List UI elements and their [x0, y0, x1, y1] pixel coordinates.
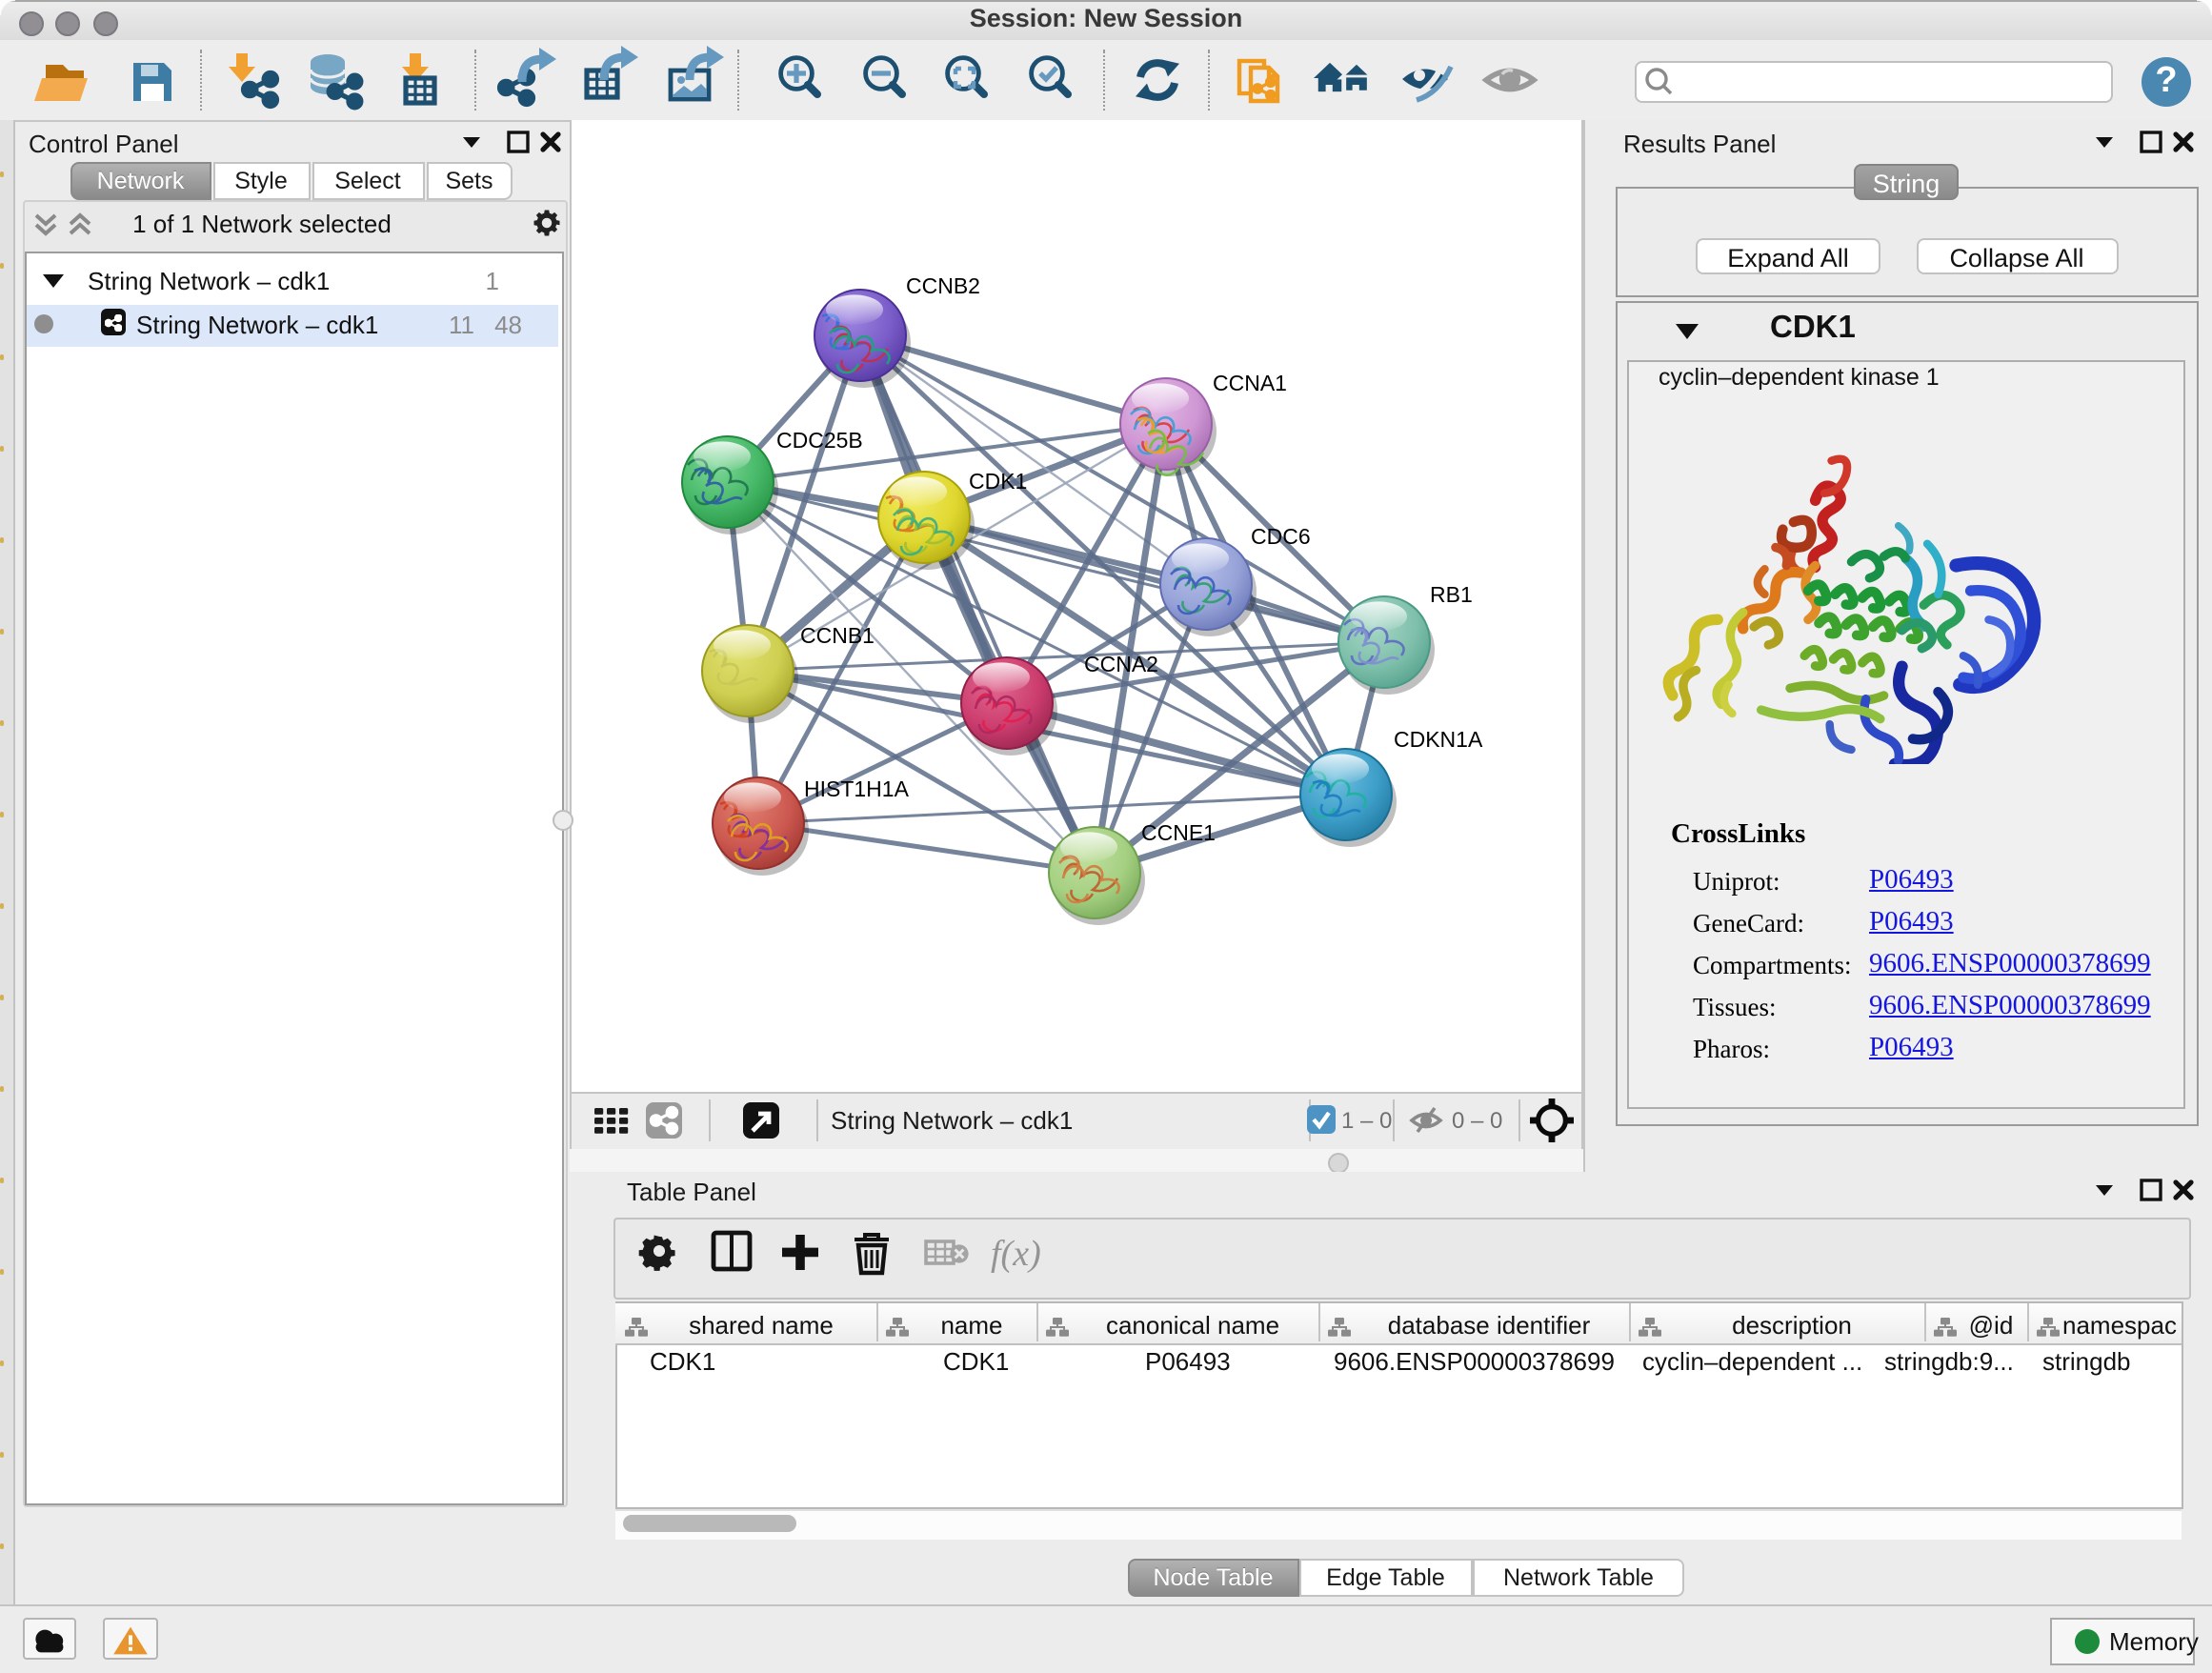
- svg-text:1 – 0: 1 – 0: [1341, 1108, 1392, 1134]
- svg-text:f(x): f(x): [991, 1234, 1041, 1274]
- svg-text:CCNB2: CCNB2: [906, 273, 980, 298]
- svg-text:0 – 0: 0 – 0: [1452, 1108, 1502, 1134]
- svg-text:String Network – cdk1: String Network – cdk1: [831, 1106, 1073, 1135]
- svg-text:HIST1H1A: HIST1H1A: [804, 776, 910, 801]
- svg-text:CDK1: CDK1: [969, 469, 1027, 494]
- svg-text:CCNE1: CCNE1: [1141, 820, 1216, 845]
- svg-text:CCNB1: CCNB1: [800, 623, 875, 648]
- svg-text:RB1: RB1: [1430, 582, 1473, 607]
- svg-text:CCNA2: CCNA2: [1084, 652, 1158, 676]
- svg-text:CDC25B: CDC25B: [776, 428, 863, 453]
- svg-text:CDC6: CDC6: [1251, 524, 1311, 549]
- svg-text:CCNA1: CCNA1: [1213, 371, 1287, 395]
- svg-text:CDKN1A: CDKN1A: [1394, 727, 1483, 752]
